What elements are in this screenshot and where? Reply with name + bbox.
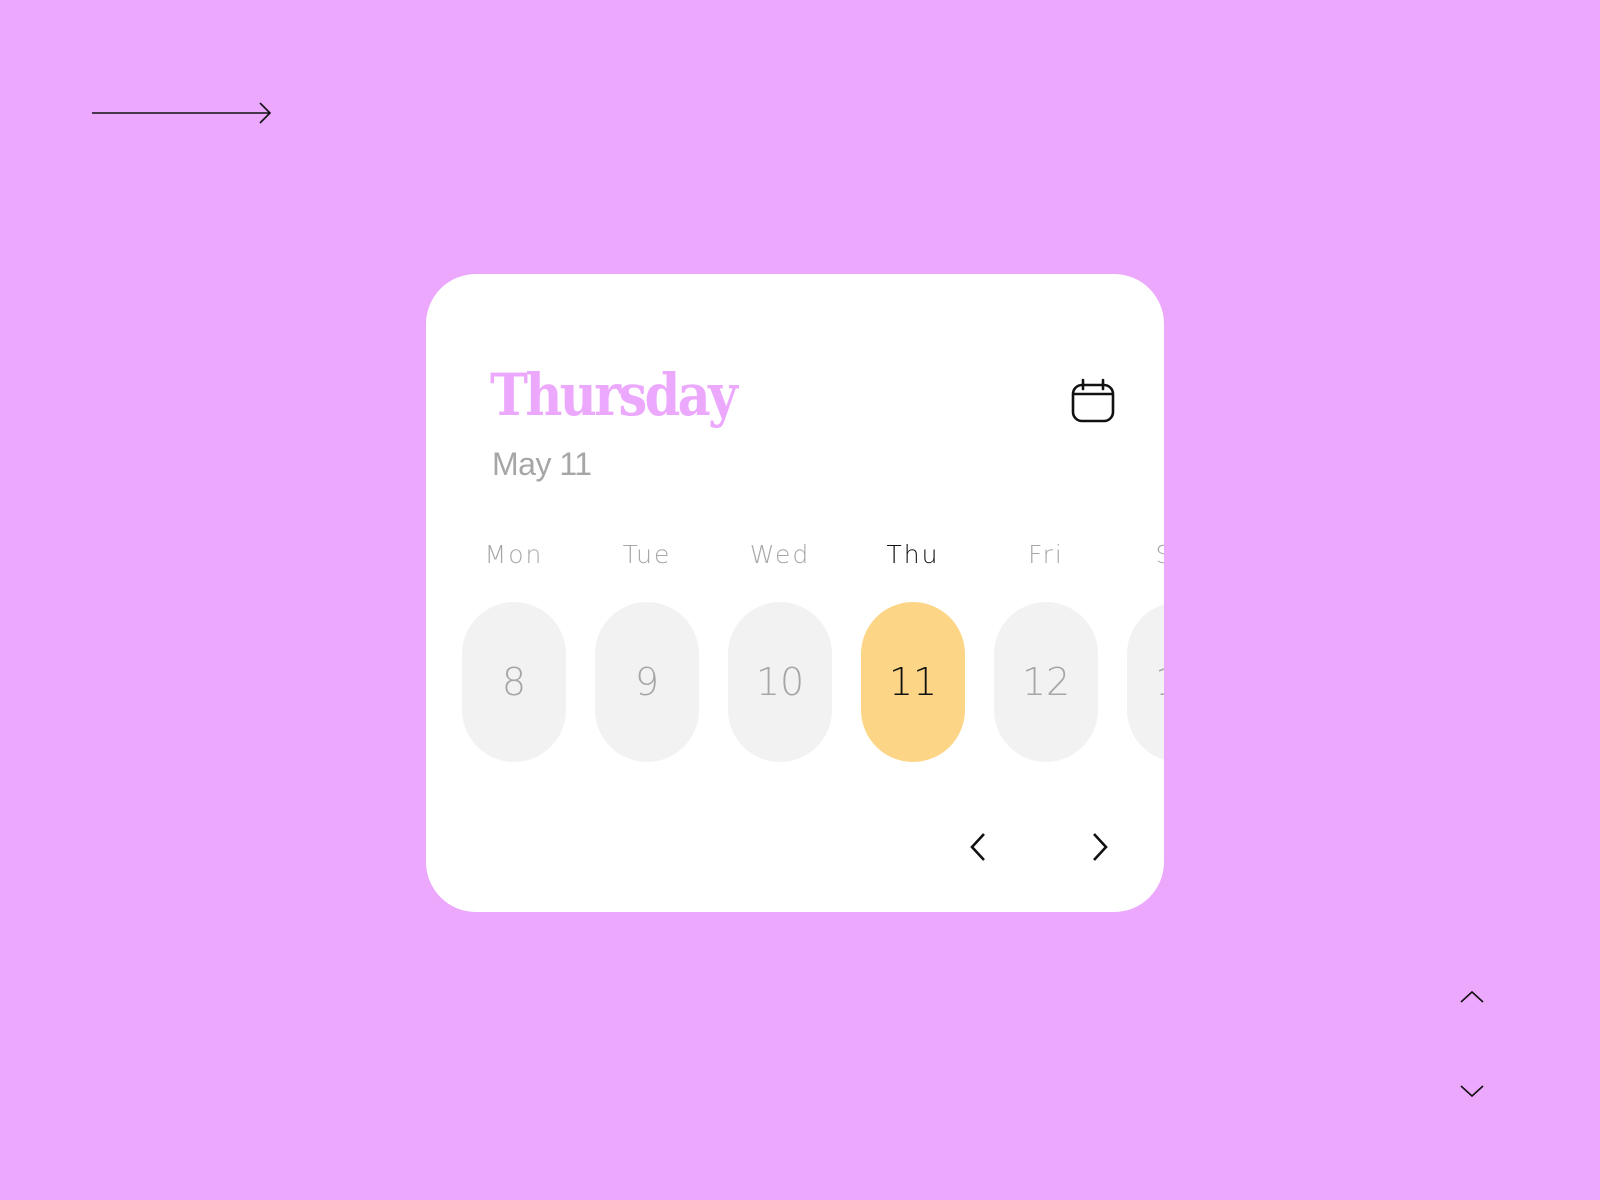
day-thu-selected[interactable]: Thu 11	[861, 540, 965, 762]
day-label: Wed	[749, 540, 811, 569]
day-number: 9	[634, 660, 660, 704]
day-pill[interactable]: 8	[462, 602, 566, 762]
day-pill-selected[interactable]: 11	[861, 602, 965, 762]
day-number: 13	[1155, 660, 1164, 704]
day-label: Mon	[484, 540, 544, 569]
arrow-right-icon[interactable]	[92, 100, 274, 126]
weekday-title: Thursday	[490, 361, 738, 429]
calendar-card: Thursday May 11 Mon 8 Tue 9 Wed 10 Thu 1…	[426, 274, 1164, 912]
day-number: 12	[1021, 660, 1071, 704]
chevron-up-icon[interactable]	[1458, 988, 1486, 1006]
date-subtitle: May 11	[492, 446, 592, 482]
day-label: Thu	[886, 540, 940, 569]
calendar-icon[interactable]	[1070, 378, 1116, 424]
day-sat[interactable]: Sat 13	[1127, 540, 1165, 762]
day-fri[interactable]: Fri 12	[994, 540, 1098, 762]
day-pill[interactable]: 9	[595, 602, 699, 762]
day-pill[interactable]: 13	[1127, 602, 1164, 762]
day-label: Tue	[622, 540, 672, 569]
day-pill[interactable]: 10	[728, 602, 832, 762]
day-mon[interactable]: Mon 8	[462, 540, 566, 762]
week-strip: Mon 8 Tue 9 Wed 10 Thu 11 Fri 12	[462, 540, 1165, 762]
chevron-right-icon[interactable]	[1084, 830, 1114, 864]
chevron-left-icon[interactable]	[964, 830, 994, 864]
day-number: 8	[501, 660, 527, 704]
day-label: Fri	[1028, 540, 1064, 569]
day-number: 11	[888, 660, 938, 704]
day-wed[interactable]: Wed 10	[728, 540, 832, 762]
day-label: Sat	[1127, 540, 1165, 569]
chevron-down-icon[interactable]	[1458, 1082, 1486, 1100]
day-pill[interactable]: 12	[994, 602, 1098, 762]
day-tue[interactable]: Tue 9	[595, 540, 699, 762]
day-number: 10	[755, 660, 805, 704]
